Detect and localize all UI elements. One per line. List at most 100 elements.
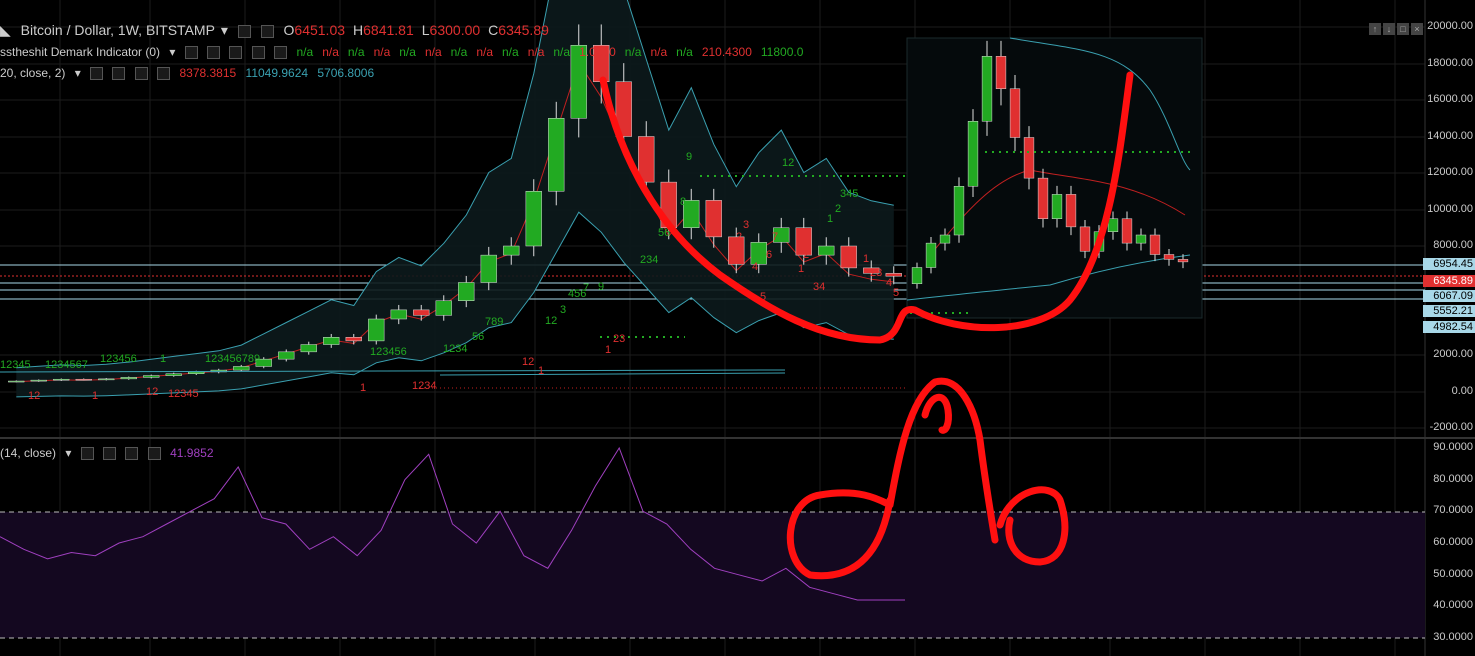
maximize-icon[interactable]: □ [1397, 23, 1409, 35]
demark-count-label: 9 [686, 151, 692, 163]
price-tick-label: 0.00 [1451, 385, 1473, 397]
demark-count-label: 2 [835, 203, 841, 215]
demark-count-label: 12345 [168, 388, 199, 400]
symbol-menu-icon[interactable]: ◣ [0, 22, 11, 38]
move-up-icon[interactable]: ↑ [1369, 23, 1381, 35]
demark-count-label: 12 [545, 315, 557, 327]
demark-count-label: 4 [886, 277, 892, 289]
chevron-down-icon[interactable]: ▾ [75, 66, 81, 80]
candle-body [390, 309, 407, 320]
inset-candle-body [1163, 254, 1175, 260]
symbol-title[interactable]: Bitcoin / Dollar, 1W, BITSTAMP [21, 22, 215, 38]
demark-value: 11800.0 [760, 45, 804, 59]
demark-value: n/a [476, 45, 493, 59]
inset-candle-body [1149, 234, 1161, 255]
demark-count-label: 12345 [0, 359, 31, 371]
candle-body [458, 282, 475, 301]
candle-body [165, 373, 182, 376]
bb-value-lower: 5706.8006 [317, 66, 375, 80]
chevron-down-icon[interactable]: ▾ [65, 446, 71, 460]
eye-icon[interactable] [90, 67, 104, 81]
demark-count-label: 8 [680, 196, 686, 208]
candle-body [818, 245, 835, 256]
demark-value: n/a [553, 45, 571, 59]
close-pane-icon[interactable]: × [1411, 23, 1423, 35]
eye-icon[interactable] [184, 46, 198, 60]
inset-candle-body [981, 56, 993, 122]
candle-body [323, 337, 340, 345]
close-icon[interactable] [147, 447, 161, 461]
demark-count-label: 23 [870, 267, 882, 279]
gear-icon[interactable] [260, 24, 274, 38]
ohlc-label: O [283, 22, 295, 38]
move-down-icon[interactable]: ↓ [1383, 23, 1395, 35]
close-icon[interactable] [157, 67, 171, 81]
candle-body [53, 378, 70, 381]
gear-icon[interactable] [112, 67, 126, 81]
gear-icon[interactable] [207, 46, 221, 60]
bb-value-upper: 11049.9624 [245, 66, 309, 80]
demark-count-label: 6 [766, 249, 772, 261]
candle-body [525, 191, 542, 247]
candle-body [345, 337, 362, 342]
demark-indicator-name[interactable]: sstheshit Demark Indicator (0) [0, 45, 160, 59]
price-tag: 4982.54 [1423, 321, 1475, 333]
copy-icon[interactable] [229, 46, 243, 60]
rsi-tick-label: 80.0000 [1433, 472, 1473, 485]
demark-count-label: 2 [803, 249, 809, 261]
inset-candle-body [939, 234, 951, 244]
candle-body [840, 245, 857, 269]
ohlc-label: L [421, 22, 430, 38]
chevron-down-icon[interactable]: ▾ [221, 22, 228, 38]
demark-count-label: 345 [840, 188, 858, 200]
rsi-indicator-name[interactable]: (14, close) [0, 446, 56, 460]
demark-count-label: 789 [485, 316, 503, 328]
eye-icon[interactable] [237, 24, 251, 38]
demark-count-label: 56 [472, 331, 484, 343]
rsi-legend: (14, close) ▾ 41.9852 [0, 446, 220, 461]
ohlc-value: 6300.00 [429, 22, 481, 38]
chevron-down-icon[interactable]: ▾ [169, 45, 175, 59]
chart-canvas: 12345 1234567 123456 1 123456789123456 123456… [0, 0, 1475, 656]
price-tick-label: 18000.00 [1427, 57, 1473, 69]
inset-candle-body [925, 242, 937, 268]
candle-body [143, 375, 160, 378]
inset-candle-body [1037, 177, 1049, 219]
settings-icon[interactable] [251, 46, 265, 60]
rsi-value: 41.9852 [170, 446, 214, 460]
demark-count-label: 7 [772, 231, 778, 243]
candle-body [98, 378, 115, 381]
price-tick-label: 8000.00 [1433, 239, 1473, 251]
price-tick-label: 10000.00 [1427, 203, 1473, 215]
bb-indicator-name[interactable]: 20, close, 2) [0, 66, 65, 80]
demark-count-label: 123456 [100, 353, 137, 365]
demark-count-label: 5 [893, 287, 899, 299]
close-icon[interactable] [274, 46, 288, 60]
rsi-tick-label: 70.0000 [1433, 504, 1473, 517]
demark-count-label: 9 [598, 281, 604, 293]
candle-body [8, 380, 25, 383]
candle-body [548, 118, 565, 192]
candle-body [435, 300, 452, 316]
demark-count-label: 34 [813, 281, 825, 293]
rsi-band-fill [0, 512, 1425, 638]
demark-count-label: 1234 [412, 380, 436, 392]
gear-icon[interactable] [103, 447, 117, 461]
inset-candle-body [1079, 226, 1091, 252]
price-tick-label: 2000.00 [1433, 348, 1473, 360]
pane-controls: ↑ ↓ □ × [1367, 19, 1423, 37]
inset-candle-body [1051, 194, 1063, 219]
copy-icon[interactable] [134, 67, 148, 81]
eye-icon[interactable] [80, 447, 94, 461]
ohlc-label: H [353, 22, 364, 38]
candle-body [705, 200, 722, 238]
candle-body [503, 245, 520, 256]
demark-count-label: 3 [743, 219, 749, 231]
bollinger-bands [16, 0, 894, 398]
demark-count-label: 7 [583, 282, 589, 294]
price-tick-label: 12000.00 [1427, 166, 1473, 178]
demark-count-label: 234 [640, 254, 658, 266]
demark-value: n/a [450, 45, 468, 59]
ohlc-values: O6451.03 H6841.81 L6300.00 C6345.89 [284, 22, 557, 38]
copy-icon[interactable] [125, 447, 139, 461]
